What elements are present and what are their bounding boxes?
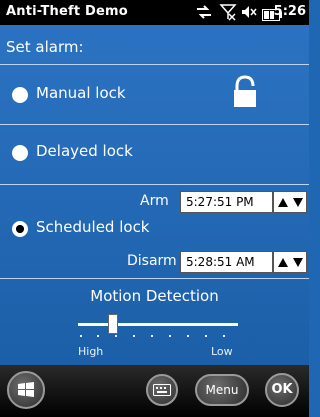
slider-tick <box>187 335 189 337</box>
windows-logo-icon <box>18 382 34 397</box>
no-signal-icon <box>219 3 237 25</box>
scheduled-lock-option[interactable]: Scheduled lock <box>0 215 309 245</box>
slider-tick <box>205 335 207 337</box>
spin-up-icon[interactable] <box>278 198 288 207</box>
manual-lock-option[interactable]: Manual lock <box>0 65 309 125</box>
delayed-lock-option[interactable]: Delayed lock <box>0 125 309 185</box>
delayed-lock-radio[interactable] <box>12 145 28 161</box>
volume-muted-icon <box>240 3 258 25</box>
motion-sensitivity-slider[interactable] <box>78 314 238 334</box>
start-button[interactable] <box>7 371 45 409</box>
divider <box>0 278 309 279</box>
slider-high-label: High <box>78 345 104 358</box>
app-title: Anti-Theft Demo <box>6 4 128 19</box>
spin-down-icon[interactable] <box>293 258 303 267</box>
manual-lock-label: Manual lock <box>36 84 126 102</box>
clock-time: 5:26 <box>273 4 306 19</box>
arm-time-field[interactable]: 5:27:51 PM <box>180 191 273 213</box>
disarm-time-spinner[interactable] <box>273 251 307 273</box>
slider-tick <box>80 335 82 337</box>
divider <box>0 184 309 185</box>
delayed-lock-label: Delayed lock <box>36 142 133 160</box>
main-panel: Set alarm: Manual lock Delayed lock Arm … <box>0 25 309 365</box>
unlock-icon <box>232 75 258 113</box>
spin-down-icon[interactable] <box>293 198 303 207</box>
keyboard-icon <box>153 384 171 396</box>
arm-time-spinner[interactable] <box>273 191 307 213</box>
slider-tick <box>223 335 225 337</box>
slider-tick <box>115 335 117 337</box>
disarm-label: Disarm <box>127 253 177 269</box>
data-transfer-icon <box>195 3 213 25</box>
ok-button[interactable]: OK <box>265 373 299 407</box>
slider-tick <box>151 335 153 337</box>
slider-tick <box>97 335 99 337</box>
slider-tick <box>169 335 171 337</box>
section-title: Set alarm: <box>6 38 84 56</box>
slider-track <box>78 323 238 326</box>
scheduled-lock-radio[interactable] <box>12 221 28 237</box>
slider-low-label: Low <box>211 345 233 358</box>
spin-up-icon[interactable] <box>278 258 288 267</box>
bottom-bar: Menu OK <box>0 365 309 417</box>
slider-thumb[interactable] <box>108 314 118 334</box>
keyboard-button[interactable] <box>146 374 178 406</box>
status-bar: Anti-Theft Demo 5:26 <box>0 0 309 25</box>
slider-tick <box>133 335 135 337</box>
menu-button[interactable]: Menu <box>195 374 249 406</box>
screen: Anti-Theft Demo 5:26 Set alarm: Manual l… <box>0 0 309 417</box>
arm-label: Arm <box>140 193 169 209</box>
slider-ticks <box>78 335 238 338</box>
motion-detection-title: Motion Detection <box>90 287 219 305</box>
manual-lock-radio[interactable] <box>12 87 28 103</box>
scheduled-lock-label: Scheduled lock <box>36 218 150 236</box>
disarm-time-field[interactable]: 5:28:51 AM <box>180 251 273 273</box>
